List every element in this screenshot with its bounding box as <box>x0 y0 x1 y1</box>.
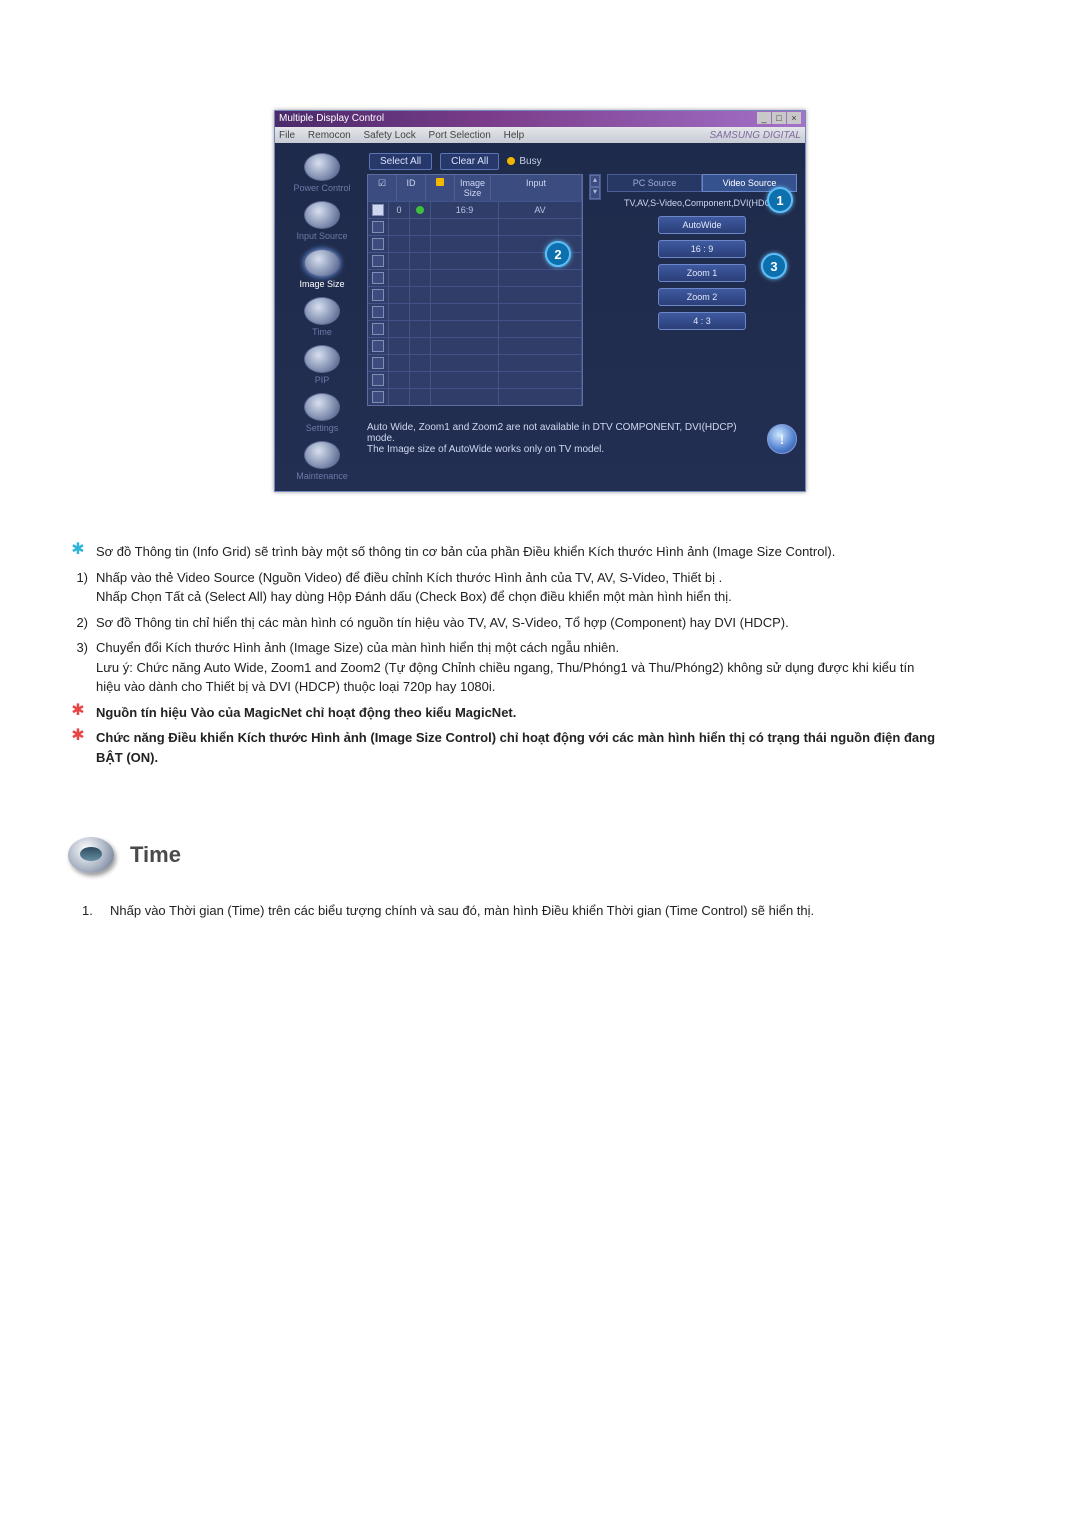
time-icon <box>304 297 340 325</box>
list-item: 2)Sơ đồ Thông tin chỉ hiển thị các màn h… <box>68 613 938 633</box>
info-icon: ! <box>767 424 797 454</box>
image-size-option[interactable]: 16 : 9 <box>658 240 746 258</box>
select-all-button[interactable]: Select All <box>369 153 432 170</box>
section-heading-time: Time <box>68 837 938 873</box>
settings-icon <box>304 393 340 421</box>
grid-header: ☑ ID Image Size Input <box>368 175 582 201</box>
row-checkbox[interactable] <box>372 306 384 318</box>
table-row[interactable] <box>368 218 582 235</box>
image-size-icon <box>304 249 340 277</box>
grid-scrollbar[interactable]: ▴▾ <box>589 174 601 200</box>
sidebar-item-power-control[interactable]: Power Control <box>283 153 361 195</box>
window-title: Multiple Display Control <box>279 111 384 127</box>
row-checkbox[interactable] <box>372 221 384 233</box>
table-row[interactable] <box>368 354 582 371</box>
table-row[interactable] <box>368 337 582 354</box>
table-row[interactable] <box>368 303 582 320</box>
row-checkbox[interactable] <box>372 323 384 335</box>
image-size-option[interactable]: Zoom 2 <box>658 288 746 306</box>
brand-label: SAMSUNG DIGITAL <box>710 130 802 141</box>
star-icon: ✱ <box>68 542 88 562</box>
menubar: File Remocon Safety Lock Port Selection … <box>275 127 805 143</box>
row-checkbox[interactable] <box>372 374 384 386</box>
image-size-option[interactable]: 4 : 3 <box>658 312 746 330</box>
status-dot-icon <box>416 206 424 214</box>
list-item: 1)Nhấp vào thẻ Video Source (Nguồn Video… <box>68 568 938 607</box>
workarea: Select All Clear All Busy ☑ ID Image Siz… <box>367 153 797 483</box>
row-checkbox[interactable] <box>372 255 384 267</box>
callout-1: 1 <box>767 187 793 213</box>
row-checkbox[interactable] <box>372 238 384 250</box>
image-size-option[interactable]: Zoom 1 <box>658 264 746 282</box>
image-size-option[interactable]: AutoWide <box>658 216 746 234</box>
table-row[interactable] <box>368 269 582 286</box>
app-window: Multiple Display Control _□× File Remoco… <box>274 110 806 492</box>
star-icon: ✱ <box>68 703 88 723</box>
input-source-icon <box>304 201 340 229</box>
star-icon: ✱ <box>68 728 88 767</box>
list-item: ✱Sơ đồ Thông tin (Info Grid) sẽ trình bà… <box>68 542 938 562</box>
sidebar-item-settings[interactable]: Settings <box>283 393 361 435</box>
table-row[interactable] <box>368 286 582 303</box>
sidebar-item-time[interactable]: Time <box>283 297 361 339</box>
row-checkbox[interactable] <box>372 357 384 369</box>
row-checkbox[interactable] <box>372 340 384 352</box>
table-row[interactable] <box>368 388 582 405</box>
row-checkbox[interactable] <box>372 204 384 216</box>
pip-icon <box>304 345 340 373</box>
sidebar-item-pip[interactable]: PIP <box>283 345 361 387</box>
clear-all-button[interactable]: Clear All <box>440 153 499 170</box>
menu-items[interactable]: File Remocon Safety Lock Port Selection … <box>279 130 534 141</box>
window-controls[interactable]: _□× <box>756 111 801 127</box>
document-body: ✱Sơ đồ Thông tin (Info Grid) sẽ trình bà… <box>68 542 938 921</box>
sidebar: Power Control Input Source Image Size Ti… <box>283 153 361 483</box>
table-row[interactable] <box>368 320 582 337</box>
list-item: 1.Nhấp vào Thời gian (Time) trên các biể… <box>82 901 938 921</box>
row-checkbox[interactable] <box>372 289 384 301</box>
power-icon <box>304 153 340 181</box>
sidebar-item-image-size[interactable]: Image Size <box>283 249 361 291</box>
sidebar-item-input-source[interactable]: Input Source <box>283 201 361 243</box>
source-tabs: PC Source Video Source <box>607 174 797 192</box>
row-checkbox[interactable] <box>372 391 384 403</box>
section-title: Time <box>130 842 181 868</box>
list-item: ✱Chức năng Điều khiển Kích thước Hình ản… <box>68 728 938 767</box>
callout-3: 3 <box>761 253 787 279</box>
toolbar: Select All Clear All Busy <box>369 153 797 170</box>
footer-note: Auto Wide, Zoom1 and Zoom2 are not avail… <box>367 422 797 455</box>
time-section-icon <box>68 837 114 873</box>
maintenance-icon <box>304 441 340 469</box>
info-grid[interactable]: ☑ ID Image Size Input 016:9AV <box>367 174 583 406</box>
sidebar-item-maintenance[interactable]: Maintenance <box>283 441 361 483</box>
callout-2: 2 <box>545 241 571 267</box>
titlebar: Multiple Display Control _□× <box>275 111 805 127</box>
tab-pc-source[interactable]: PC Source <box>607 174 702 192</box>
list-item: 3)Chuyển đổi Kích thước Hình ảnh (Image … <box>68 638 938 697</box>
table-row[interactable] <box>368 371 582 388</box>
row-checkbox[interactable] <box>372 272 384 284</box>
list-item: ✱Nguồn tín hiệu Vào của MagicNet chỉ hoạ… <box>68 703 938 723</box>
table-row[interactable]: 016:9AV <box>368 201 582 218</box>
busy-indicator: Busy <box>507 156 541 167</box>
